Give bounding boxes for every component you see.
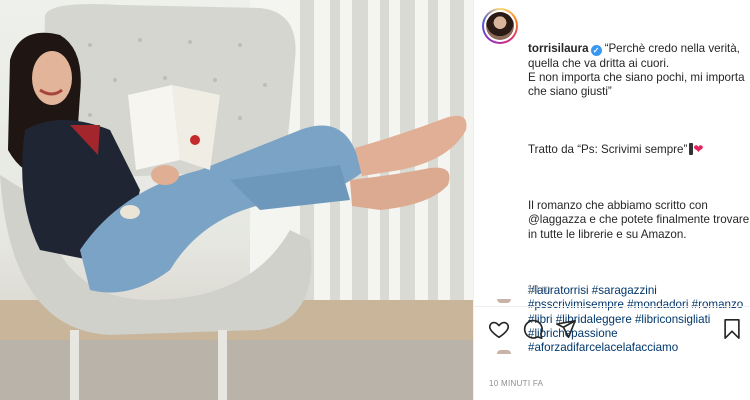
- caption-first-paragraph: torrisilaura ✓ “Perchè credo nella verità,…: [528, 42, 750, 99]
- post-side-panel: torrisilaura ✓ “Perchè credo nella verità,…: [473, 0, 750, 400]
- photo-illustration: [0, 0, 473, 400]
- caption-timestamp: 10 m: [527, 283, 551, 295]
- avatar-frame: [484, 10, 516, 42]
- verified-badge-icon: ✓: [590, 45, 602, 57]
- divider: [474, 306, 750, 307]
- avatar-image: [486, 12, 514, 40]
- caption-body: Il romanzo che abbiamo scritto con @lagg…: [528, 199, 750, 241]
- bookmark-icon: [724, 319, 740, 339]
- share-button[interactable]: [555, 318, 577, 340]
- username-link[interactable]: torrisilaura: [528, 42, 589, 55]
- caption-source-line: Tratto da “Ps: Scrivimi sempre” ❤: [528, 142, 750, 157]
- paper-plane-icon: [556, 319, 576, 339]
- caption-source: Tratto da “Ps: Scrivimi sempre”: [528, 142, 688, 156]
- avatar[interactable]: [482, 8, 518, 44]
- comment-icon: [523, 319, 543, 339]
- post-photo[interactable]: [0, 0, 473, 400]
- like-button[interactable]: [488, 318, 510, 340]
- liker-avatar[interactable]: [497, 350, 511, 354]
- save-button[interactable]: [721, 318, 743, 340]
- heart-icon: [488, 321, 510, 339]
- post-caption: torrisilaura ✓ “Perchè credo nella verità,…: [528, 14, 750, 398]
- post-actions: [488, 318, 743, 340]
- commenter-avatar[interactable]: [497, 299, 511, 303]
- post-timestamp[interactable]: 10 MINUTI FA: [489, 379, 543, 388]
- comment-button[interactable]: [522, 318, 544, 340]
- heart-emoji-icon: ❤: [693, 141, 704, 156]
